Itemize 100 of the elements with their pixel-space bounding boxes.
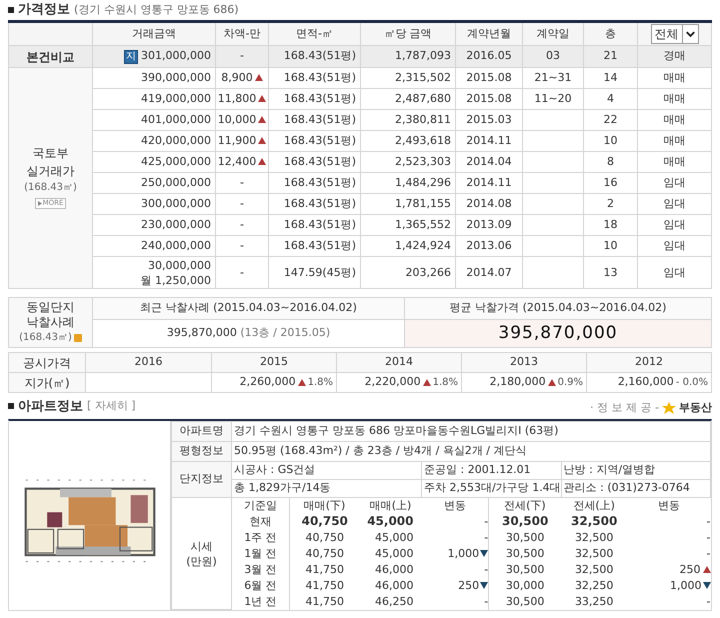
contract-month-cell: 2013.09 xyxy=(456,214,522,236)
sale-change-text: - xyxy=(484,515,488,528)
official-price-text: 2,220,000 xyxy=(364,375,421,388)
sale-low-cell: 41,750 xyxy=(290,562,360,578)
bullet-icon xyxy=(8,403,14,410)
detail-link[interactable]: [ 자세히 ] xyxy=(87,398,136,414)
group-label: 국토부 xyxy=(32,145,70,162)
rent-high-cell-text: 32,500 xyxy=(574,562,614,578)
complex-info-cell: 관리소 : (031)273-0764 xyxy=(561,480,710,498)
dropdown-caret-icon xyxy=(682,25,698,43)
filter-select[interactable]: 전체 xyxy=(650,24,698,44)
deal-type-cell: 매매 xyxy=(638,152,712,172)
sale-low-cell: 40,750 xyxy=(290,514,360,530)
difference-text: - xyxy=(240,176,244,189)
area-cell: 147.59(45평) xyxy=(268,256,360,288)
sale-high-cell-text: 46,250 xyxy=(374,594,414,610)
column-header: 변동 xyxy=(627,498,710,514)
price-text: 240,000,000 xyxy=(140,238,211,254)
floor-cell: 21 xyxy=(584,46,638,68)
complex-info-cell: 주차 2,553대/가구당 1.4대 xyxy=(422,480,562,498)
rent-low-cell: 30,500 xyxy=(488,530,562,546)
column-header: 전세(上) xyxy=(561,498,628,514)
rent-low-cell: 30,000 xyxy=(488,578,562,594)
price-text: 월 1,250,000 xyxy=(140,272,211,288)
rent-high-cell-text: 32,500 xyxy=(570,514,618,530)
price-text: 230,000,000 xyxy=(140,216,211,233)
difference-text: - xyxy=(240,266,244,279)
rent-change-text: - xyxy=(706,515,710,528)
official-price-text: 2,180,000 xyxy=(490,375,546,388)
price-per-m2-cell: 203,266 xyxy=(360,256,456,288)
rent-change-text: - xyxy=(706,595,710,608)
row-header: 지가(㎡) xyxy=(8,372,86,392)
contract-month-cell: 2015.08 xyxy=(456,88,522,110)
floor-cell: 10 xyxy=(584,236,638,256)
sale-change-text: 250 xyxy=(458,579,480,592)
sale-high-cell-text: 45,000 xyxy=(366,514,414,530)
area-cell: 168.43(51평) xyxy=(268,130,360,152)
change-percent-text: 0.9% xyxy=(558,377,583,388)
rent-high-cell-text: 32,500 xyxy=(574,530,614,546)
sale-low-cell: 41,750 xyxy=(290,578,360,594)
row-header: 낙찰사례 xyxy=(26,315,76,330)
price-per-m2-cell: 1,365,552 xyxy=(360,214,456,236)
column-header: 매매(下) xyxy=(290,498,360,514)
contract-month-cell: 2014.04 xyxy=(456,152,522,172)
rent-low-cell: 30,500 xyxy=(488,562,562,578)
sale-low-cell: 40,750 xyxy=(290,546,360,562)
sale-high-cell-text: 45,000 xyxy=(374,546,414,562)
contract-month-cell: 2016.05 xyxy=(456,46,522,68)
difference-text: - xyxy=(240,238,244,252)
row-header: 공시가격 xyxy=(8,352,86,372)
floor-cell: 16 xyxy=(584,172,638,194)
date-cell: 현재 xyxy=(232,514,290,530)
column-header: 변동 xyxy=(422,498,489,514)
price-text: 425,000,000 xyxy=(140,154,211,170)
floor-cell: 2 xyxy=(584,194,638,214)
sale-low-cell: 41,750 xyxy=(290,594,360,610)
area-cell: 168.43(51평) xyxy=(268,46,360,68)
price-text: 390,000,000 xyxy=(140,70,211,86)
column-header: 최근 낙찰사례 (2015.04.03~2016.04.02) xyxy=(92,298,404,320)
price-per-m2-cell: 1,781,155 xyxy=(360,194,456,214)
deal-type-cell: 임대 xyxy=(638,256,712,288)
area-text: (168.43㎡) xyxy=(19,331,72,345)
deal-type-cell: 임대 xyxy=(638,236,712,256)
difference-text: 8,900 xyxy=(221,70,253,84)
auction-detail-text: (13층 / 2015.05) xyxy=(240,326,330,340)
rent-high-cell-text: 32,250 xyxy=(574,578,614,594)
price-per-m2-cell: 2,315,502 xyxy=(360,68,456,88)
price-text: 30,000,000 xyxy=(147,258,211,272)
rent-change-text: - xyxy=(706,547,710,560)
floor-cell: 22 xyxy=(584,110,638,130)
rent-high-cell-text: 32,500 xyxy=(574,546,614,562)
complex-info-cell: 총 1,829가구/14동 xyxy=(232,480,422,498)
row-header: (만원) xyxy=(185,554,218,568)
row-header: 아파트명 xyxy=(172,422,232,442)
row-header: 동일단지 xyxy=(26,300,76,315)
contract-day-cell: 03 xyxy=(522,46,584,68)
provider-text: 부동산 xyxy=(679,400,712,416)
floor-cell: 4 xyxy=(584,88,638,110)
auction-price-text: 395,870,000 xyxy=(166,326,237,340)
price-text: 420,000,000 xyxy=(140,132,211,149)
complex-info-cell: 난방 : 지역/열병합 xyxy=(561,462,710,480)
price-per-m2-cell: 1,424,924 xyxy=(360,236,456,256)
official-price-text: 2,260,000 xyxy=(240,375,296,388)
change-percent-text: - 0.0% xyxy=(676,377,708,388)
column-header: 2012 xyxy=(586,352,712,372)
floor-cell: 8 xyxy=(584,152,638,172)
row-header: 평형정보 xyxy=(172,442,232,462)
badge: 지 xyxy=(124,50,138,64)
deal-type-cell: 임대 xyxy=(638,194,712,214)
date-cell: 3월 전 xyxy=(232,562,290,578)
contract-month-cell: 2015.03 xyxy=(456,110,522,130)
column-header: 2013 xyxy=(462,352,586,372)
contract-month-cell: 2015.08 xyxy=(456,68,522,88)
sale-high-cell-text: 46,000 xyxy=(374,578,414,594)
price-per-m2-cell: 1,787,093 xyxy=(360,46,456,68)
contract-day-cell: 21~31 xyxy=(522,68,584,88)
rent-change-text: 1,000 xyxy=(670,579,702,592)
difference-text: 12,400 xyxy=(218,154,256,168)
price-text: 419,000,000 xyxy=(140,90,211,107)
sale-change-text: 1,000 xyxy=(448,547,480,560)
